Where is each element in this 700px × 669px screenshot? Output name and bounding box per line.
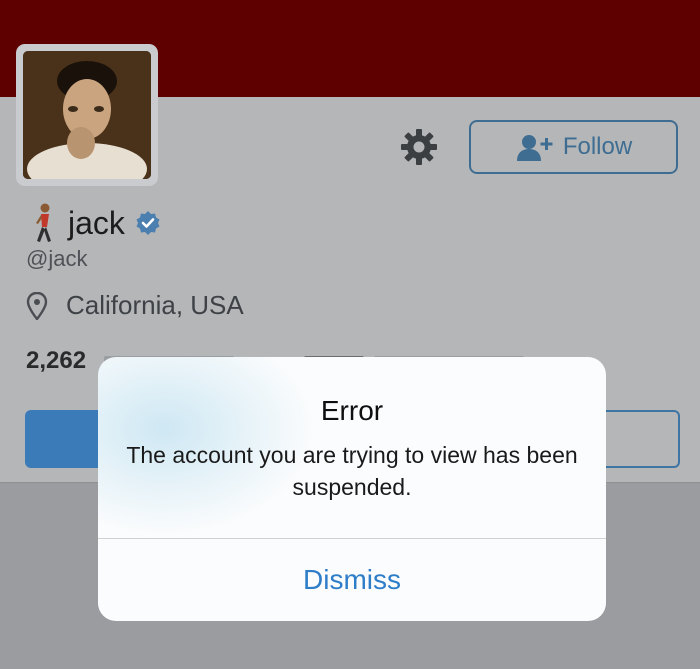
verified-badge-icon <box>136 211 160 235</box>
avatar-photo <box>23 51 151 179</box>
error-dialog: Error The account you are trying to view… <box>98 357 606 621</box>
name-row: jack <box>30 200 161 246</box>
following-count[interactable]: 2,262 <box>26 347 86 375</box>
location-row: California, USA <box>26 290 244 321</box>
walking-emoji-icon <box>36 203 51 242</box>
dialog-title: Error <box>320 395 384 426</box>
follow-label: Follow <box>562 133 633 160</box>
dialog-message: The account you are trying to view has b… <box>126 442 578 500</box>
gear-icon[interactable] <box>401 129 437 165</box>
display-name: jack <box>68 204 125 241</box>
profile-handle: @jack <box>26 246 88 271</box>
avatar[interactable] <box>16 44 158 186</box>
profile-location: California, USA <box>66 290 244 320</box>
location-pin-icon <box>26 291 48 320</box>
dismiss-button[interactable]: Dismiss <box>98 539 606 621</box>
add-user-icon <box>516 135 553 161</box>
follow-button[interactable]: Follow <box>469 120 678 174</box>
